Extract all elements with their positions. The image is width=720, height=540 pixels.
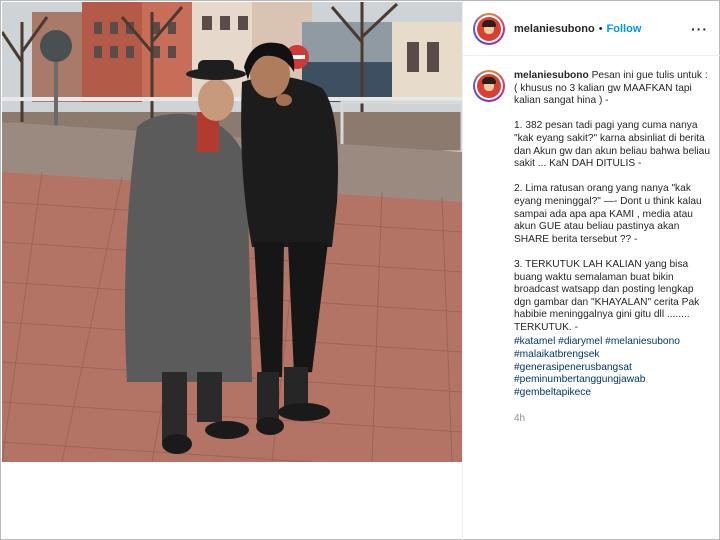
hashtag-line[interactable]: #generasipenerusbangsat bbox=[514, 362, 710, 375]
caption-avatar[interactable] bbox=[473, 70, 505, 102]
hashtag-line[interactable]: #gembeltapikece bbox=[514, 387, 710, 400]
hashtag-line[interactable]: #peminumbertanggungjawab bbox=[514, 374, 710, 387]
profile-picture bbox=[477, 16, 501, 41]
post-photo-image bbox=[2, 2, 462, 462]
caption-section: melaniesubono Pesan ini gue tulis untuk … bbox=[463, 56, 720, 424]
caption-body: Pesan ini gue tulis untuk :( khusus no 3… bbox=[514, 70, 710, 333]
instagram-post-window: melaniesubono • Follow ··· melaniesubono… bbox=[0, 0, 720, 540]
username-link[interactable]: melaniesubono bbox=[514, 23, 595, 35]
hashtag-line[interactable]: #malaikatbrengsek bbox=[514, 349, 710, 362]
post-photo[interactable] bbox=[2, 2, 462, 462]
caption-username-link[interactable]: melaniesubono bbox=[514, 70, 589, 81]
profile-picture bbox=[477, 74, 501, 98]
hashtag-line[interactable]: #katamel #diarymel #melaniesubono bbox=[514, 336, 710, 349]
post-timestamp[interactable]: 4h bbox=[514, 413, 710, 424]
hashtag-list: #katamel #diarymel #melaniesubono #malai… bbox=[514, 336, 710, 399]
avatar[interactable] bbox=[473, 12, 505, 45]
separator-dot: • bbox=[598, 22, 603, 35]
follow-button[interactable]: Follow bbox=[607, 23, 642, 35]
post-header: melaniesubono • Follow ··· bbox=[463, 2, 720, 56]
caption-text: melaniesubono Pesan ini gue tulis untuk … bbox=[514, 70, 710, 334]
more-options-icon[interactable]: ··· bbox=[691, 21, 708, 37]
post-sidebar: melaniesubono • Follow ··· melaniesubono… bbox=[462, 2, 720, 540]
